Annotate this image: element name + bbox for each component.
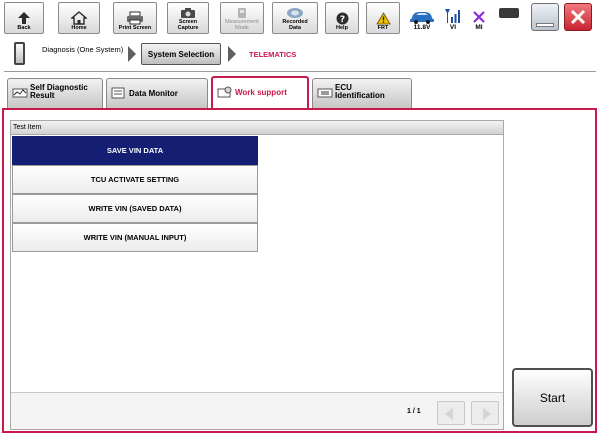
tab-work-support[interactable]: Work support — [211, 76, 309, 108]
list-item[interactable]: WRITE VIN (MANUAL INPUT) — [12, 223, 258, 252]
recorded-data-icon — [287, 8, 303, 18]
svg-text:?: ? — [339, 15, 344, 25]
mi-label: MI — [475, 24, 483, 31]
print-screen-button[interactable]: Print Screen — [113, 2, 157, 34]
frt-label: FRT — [377, 24, 389, 31]
warning-icon — [375, 11, 391, 24]
home-icon — [71, 10, 87, 25]
tab-work-support-label: Work support — [235, 88, 287, 97]
help-label: Help — [336, 24, 348, 31]
back-label: Back — [17, 24, 31, 31]
work-support-icon — [217, 86, 232, 98]
help-button[interactable]: ? Help — [325, 2, 359, 34]
vi-status: VI — [442, 2, 464, 34]
breadcrumb-current: TELEMATICS — [249, 50, 297, 59]
mi-cross-icon — [473, 11, 485, 23]
left-arrow-icon — [445, 408, 453, 420]
page-indicator: 1 / 1 — [407, 408, 421, 415]
previous-page-button[interactable] — [437, 401, 465, 425]
battery-icon — [499, 8, 519, 18]
screen-capture-button[interactable]: Screen Capture — [167, 2, 209, 34]
measurement-mode-label: Measurement Mode — [225, 19, 259, 31]
breadcrumb-arrow-icon-2 — [228, 46, 236, 62]
self-diagnostic-icon — [12, 88, 28, 98]
tab-self-diagnostic-label: Self Diagnostic Result — [30, 83, 88, 100]
breadcrumb-arrow-icon — [128, 46, 136, 62]
mi-status: MI — [468, 2, 490, 34]
breadcrumb: Diagnosis (One System) System Selection … — [4, 38, 596, 72]
toolbar: Back Home Print Screen Screen Capture Me… — [0, 0, 600, 36]
printer-icon — [127, 11, 143, 24]
back-arrow-icon — [18, 11, 30, 24]
recorded-data-button[interactable]: Recorded Data — [272, 2, 318, 34]
close-icon — [570, 9, 586, 25]
tab-data-monitor-label: Data Monitor — [129, 89, 178, 98]
signal-icon — [445, 9, 460, 23]
minimize-icon — [536, 23, 554, 27]
recorded-data-label: Recorded Data — [282, 19, 308, 31]
tab-ecu-identification[interactable]: ECU Identification — [312, 78, 412, 108]
breadcrumb-divider — [4, 71, 596, 72]
breadcrumb-root[interactable]: Diagnosis (One System) — [42, 46, 123, 54]
battery-voltage-status: 11.8V — [405, 2, 439, 34]
screen-capture-label: Screen Capture — [177, 19, 199, 31]
next-page-button[interactable] — [471, 401, 499, 425]
tab-self-diagnostic-result[interactable]: Self Diagnostic Result — [7, 78, 103, 108]
start-button[interactable]: Start — [512, 368, 593, 427]
pager: 1 / 1 — [11, 392, 503, 429]
home-button[interactable]: Home — [58, 2, 100, 34]
list-area: SAVE VIN DATA TCU ACTIVATE SETTING WRITE… — [11, 136, 503, 391]
list-item[interactable]: SAVE VIN DATA — [12, 136, 258, 165]
car-icon — [410, 12, 434, 24]
work-support-panel: Test Item SAVE VIN DATA TCU ACTIVATE SET… — [2, 108, 597, 433]
device-icon — [14, 42, 25, 65]
list-item[interactable]: TCU ACTIVATE SETTING — [12, 165, 258, 194]
system-selection-button[interactable]: System Selection — [141, 43, 221, 65]
measurement-mode-button[interactable]: Measurement Mode — [220, 2, 264, 34]
test-item-list: Test Item SAVE VIN DATA TCU ACTIVATE SET… — [10, 120, 504, 430]
frt-button[interactable]: FRT — [366, 2, 400, 34]
right-arrow-icon — [483, 408, 491, 420]
tab-data-monitor[interactable]: Data Monitor — [106, 78, 208, 108]
print-screen-label: Print Screen — [118, 24, 152, 31]
help-icon: ? — [336, 12, 348, 25]
camera-icon — [181, 8, 195, 18]
ecu-identification-icon — [317, 88, 333, 98]
back-button[interactable]: Back — [4, 2, 44, 34]
voltage-label: 11.8V — [413, 24, 431, 31]
vi-label: VI — [449, 24, 457, 31]
list-item[interactable]: WRITE VIN (SAVED DATA) — [12, 194, 258, 223]
data-monitor-icon — [111, 87, 125, 99]
list-header: Test Item — [11, 121, 503, 135]
minimize-button[interactable] — [531, 3, 559, 31]
tab-ecu-identification-label: ECU Identification — [335, 83, 385, 100]
measurement-icon — [238, 8, 246, 18]
home-label: Home — [71, 24, 87, 31]
close-button[interactable] — [564, 3, 592, 31]
